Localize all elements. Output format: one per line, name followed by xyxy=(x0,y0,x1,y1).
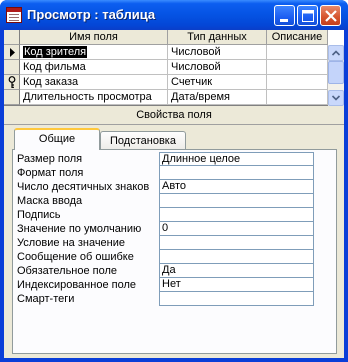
property-value-format[interactable] xyxy=(159,166,314,180)
table-row-field-name[interactable]: Код заказа xyxy=(20,75,168,90)
column-header-description[interactable]: Описание xyxy=(267,30,328,45)
scroll-down-button[interactable] xyxy=(328,90,344,106)
row-selector[interactable] xyxy=(4,45,20,60)
divider xyxy=(4,124,344,125)
property-value-required[interactable]: Да xyxy=(159,264,314,278)
table-row-description[interactable] xyxy=(267,60,328,75)
table-row-data-type[interactable]: Счетчик xyxy=(168,75,267,90)
close-button[interactable] xyxy=(320,5,341,26)
property-value-decimal-places[interactable]: Авто xyxy=(159,180,314,194)
property-value-smart-tags[interactable] xyxy=(159,292,314,306)
table-row-data-type[interactable]: Числовой xyxy=(168,60,267,75)
scroll-up-button[interactable] xyxy=(328,45,344,61)
minimize-button[interactable] xyxy=(274,5,295,26)
window-title: Просмотр : таблица xyxy=(27,7,156,22)
grid-corner xyxy=(4,30,20,45)
property-label-format: Формат поля xyxy=(17,167,84,179)
property-value-validation-text[interactable] xyxy=(159,250,314,264)
scroll-thumb[interactable] xyxy=(328,61,344,84)
property-value-field-size[interactable]: Длинное целое xyxy=(159,152,314,166)
property-value-input-mask[interactable] xyxy=(159,194,314,208)
table-row-data-type[interactable]: Дата/время xyxy=(168,90,267,105)
property-label-validation-text: Сообщение об ошибке xyxy=(17,251,134,263)
property-value-caption[interactable] xyxy=(159,208,314,222)
chevron-up-icon xyxy=(331,50,341,56)
grid-vertical-scrollbar[interactable] xyxy=(328,45,344,106)
table-row-description[interactable] xyxy=(267,90,328,105)
row-selector[interactable] xyxy=(4,75,20,90)
tab-lookup[interactable]: Подстановка xyxy=(100,131,186,151)
maximize-button[interactable] xyxy=(297,5,318,26)
table-row-field-name[interactable]: Код фильма xyxy=(20,60,168,75)
chevron-down-icon xyxy=(331,95,341,101)
close-icon xyxy=(325,10,337,22)
maximize-icon xyxy=(302,10,314,22)
current-row-arrow-icon xyxy=(10,48,15,57)
property-label-caption: Подпись xyxy=(17,209,61,221)
tab-general[interactable]: Общие xyxy=(14,128,100,150)
table-row-description[interactable] xyxy=(267,45,328,60)
table-row-field-name[interactable]: Длительность просмотра xyxy=(20,90,168,105)
fields-grid: Имя поля Тип данных Описание Код зрителя… xyxy=(4,30,344,106)
field-properties-title: Свойства поля xyxy=(136,109,212,121)
window-client-area: Имя поля Тип данных Описание Код зрителя… xyxy=(4,30,344,358)
property-label-required: Обязательное поле xyxy=(17,265,118,277)
title-bar[interactable]: Просмотр : таблица xyxy=(0,0,348,30)
table-icon xyxy=(6,7,22,23)
primary-key-icon xyxy=(8,76,16,88)
property-label-decimal-places: Число десятичных знаков xyxy=(17,181,150,193)
property-label-input-mask: Маска ввода xyxy=(17,195,83,207)
property-label-smart-tags: Смарт-теги xyxy=(17,293,75,305)
table-design-window: Просмотр : таблица Имя поля Тип данных О… xyxy=(0,0,348,362)
property-label-default-value: Значение по умолчанию xyxy=(17,223,142,235)
property-label-indexed: Индексированное поле xyxy=(17,279,136,291)
table-row-description[interactable] xyxy=(267,75,328,90)
table-row-data-type[interactable]: Числовой xyxy=(168,45,267,60)
property-value-default-value[interactable]: 0 xyxy=(159,222,314,236)
property-value-validation-rule[interactable] xyxy=(159,236,314,250)
property-label-validation-rule: Условие на значение xyxy=(17,237,126,249)
table-row-field-name[interactable]: Код зрителя xyxy=(20,45,168,60)
column-header-data-type[interactable]: Тип данных xyxy=(168,30,267,45)
column-header-field-name[interactable]: Имя поля xyxy=(20,30,168,45)
property-label-field-size: Размер поля xyxy=(17,153,83,165)
minimize-icon xyxy=(280,19,288,22)
row-selector[interactable] xyxy=(4,90,20,105)
general-properties-panel: Размер поля Длинное целое Формат поля Чи… xyxy=(12,149,337,354)
property-value-indexed[interactable]: Нет xyxy=(159,278,314,292)
row-selector[interactable] xyxy=(4,60,20,75)
